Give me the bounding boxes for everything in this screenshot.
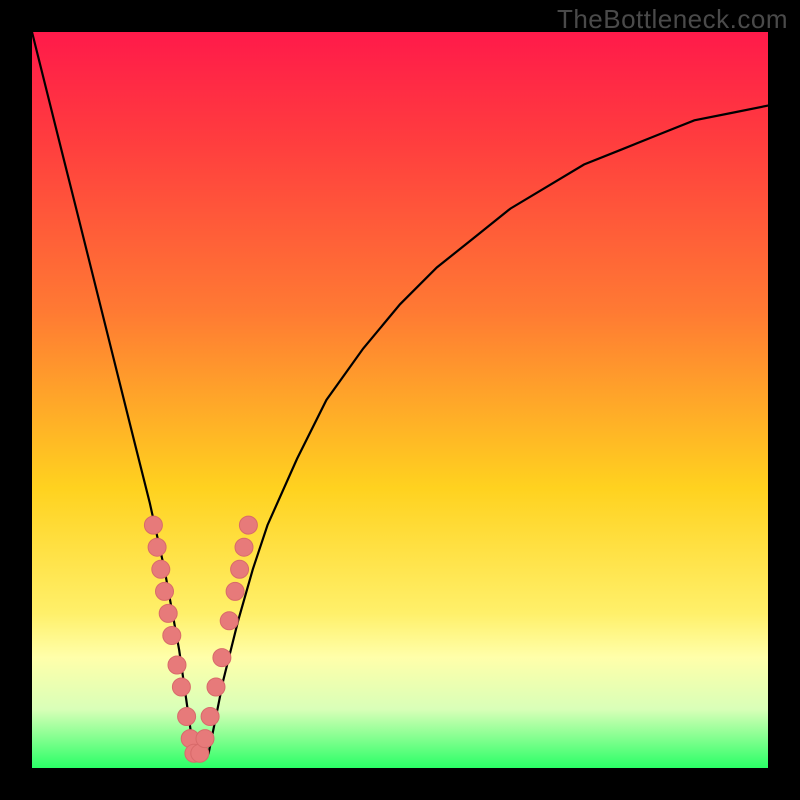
curve-marker	[168, 656, 186, 674]
curve-marker	[152, 560, 170, 578]
curve-marker	[231, 560, 249, 578]
curve-marker	[239, 516, 257, 534]
curve-marker	[148, 538, 166, 556]
curve-marker	[178, 708, 196, 726]
curve-marker	[207, 678, 225, 696]
curve-marker	[226, 582, 244, 600]
curve-marker	[201, 708, 219, 726]
chart-frame: TheBottleneck.com	[0, 0, 800, 800]
curve-marker	[213, 649, 231, 667]
curve-marker	[172, 678, 190, 696]
curve-marker	[163, 627, 181, 645]
watermark-text: TheBottleneck.com	[557, 4, 788, 35]
plot-area	[32, 32, 768, 768]
curve-layer	[32, 32, 768, 768]
bottleneck-curve	[32, 32, 768, 753]
curve-marker	[159, 604, 177, 622]
curve-marker	[220, 612, 238, 630]
curve-markers	[144, 516, 257, 762]
curve-marker	[144, 516, 162, 534]
curve-marker	[156, 582, 174, 600]
curve-marker	[235, 538, 253, 556]
curve-marker	[196, 730, 214, 748]
